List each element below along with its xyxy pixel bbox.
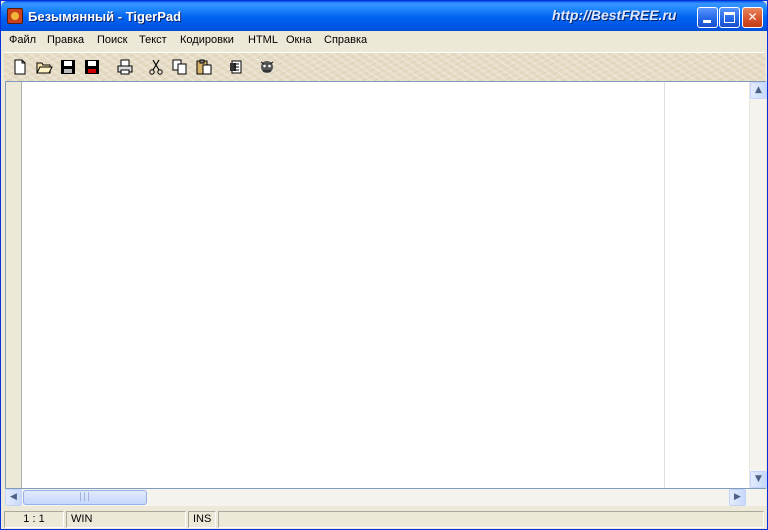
menu-bar: Файл Правка Поиск Текст Кодировки HTML О…	[4, 32, 374, 51]
tiger-icon[interactable]	[258, 58, 276, 76]
scroll-up-button[interactable]: ▲	[750, 82, 767, 99]
minimize-button[interactable]	[697, 7, 718, 28]
chevron-down-icon: ▼	[755, 474, 762, 484]
minimize-icon	[703, 20, 711, 23]
chevron-left-icon: ◀	[10, 492, 17, 502]
scroll-down-button[interactable]: ▼	[750, 471, 767, 488]
text-editor[interactable]: ▲ ▼	[5, 81, 767, 489]
close-icon: ✕	[747, 10, 758, 24]
menu-file[interactable]: Файл	[9, 34, 36, 46]
maximize-icon	[724, 12, 735, 23]
open-folder-icon[interactable]	[35, 58, 53, 76]
bookmark-icon[interactable]	[227, 58, 245, 76]
tigerpad-app-icon[interactable]	[7, 8, 23, 24]
menu-edit[interactable]: Правка	[47, 34, 84, 46]
menu-search[interactable]: Поиск	[97, 34, 127, 46]
title-bar[interactable]: Безымянный - TigerPad http://BestFREE.ru…	[1, 1, 767, 31]
cursor-position: 1 : 1	[4, 511, 64, 528]
watermark-text: http://BestFREE.ru	[552, 7, 677, 23]
status-message-panel	[218, 511, 764, 528]
maximize-button[interactable]	[719, 7, 740, 28]
horizontal-scroll-thumb[interactable]: |||	[23, 490, 147, 505]
menu-windows[interactable]: Окна	[286, 34, 312, 46]
close-button[interactable]: ✕	[742, 7, 763, 28]
chevron-right-icon: ▶	[734, 492, 741, 502]
insert-mode-indicator: INS	[188, 511, 216, 528]
horizontal-scrollbar[interactable]: ◀ ||| ▶	[5, 489, 766, 506]
new-file-icon[interactable]	[11, 58, 29, 76]
encoding-indicator: WIN	[66, 511, 186, 528]
status-bar: 1 : 1 WIN INS	[4, 509, 765, 529]
menu-encodings[interactable]: Кодировки	[180, 34, 234, 46]
window-title: Безымянный - TigerPad	[28, 9, 182, 24]
save-all-icon[interactable]	[83, 58, 101, 76]
copy-icon[interactable]	[171, 58, 189, 76]
chevron-up-icon: ▲	[755, 85, 762, 95]
print-icon[interactable]	[116, 58, 134, 76]
save-icon[interactable]	[59, 58, 77, 76]
menu-html[interactable]: HTML	[248, 34, 278, 46]
cut-icon[interactable]	[147, 58, 165, 76]
scroll-left-button[interactable]: ◀	[5, 489, 22, 506]
app-window: Безымянный - TigerPad http://BestFREE.ru…	[0, 0, 768, 530]
line-gutter	[6, 82, 22, 488]
grip-icon: |||	[78, 492, 92, 502]
scroll-right-button[interactable]: ▶	[729, 489, 746, 506]
vertical-scrollbar[interactable]: ▲ ▼	[749, 82, 767, 488]
paste-icon[interactable]	[195, 58, 213, 76]
right-margin-line	[664, 82, 665, 488]
menu-text[interactable]: Текст	[139, 34, 167, 46]
toolbar	[4, 52, 765, 81]
menu-help[interactable]: Справка	[324, 34, 367, 46]
